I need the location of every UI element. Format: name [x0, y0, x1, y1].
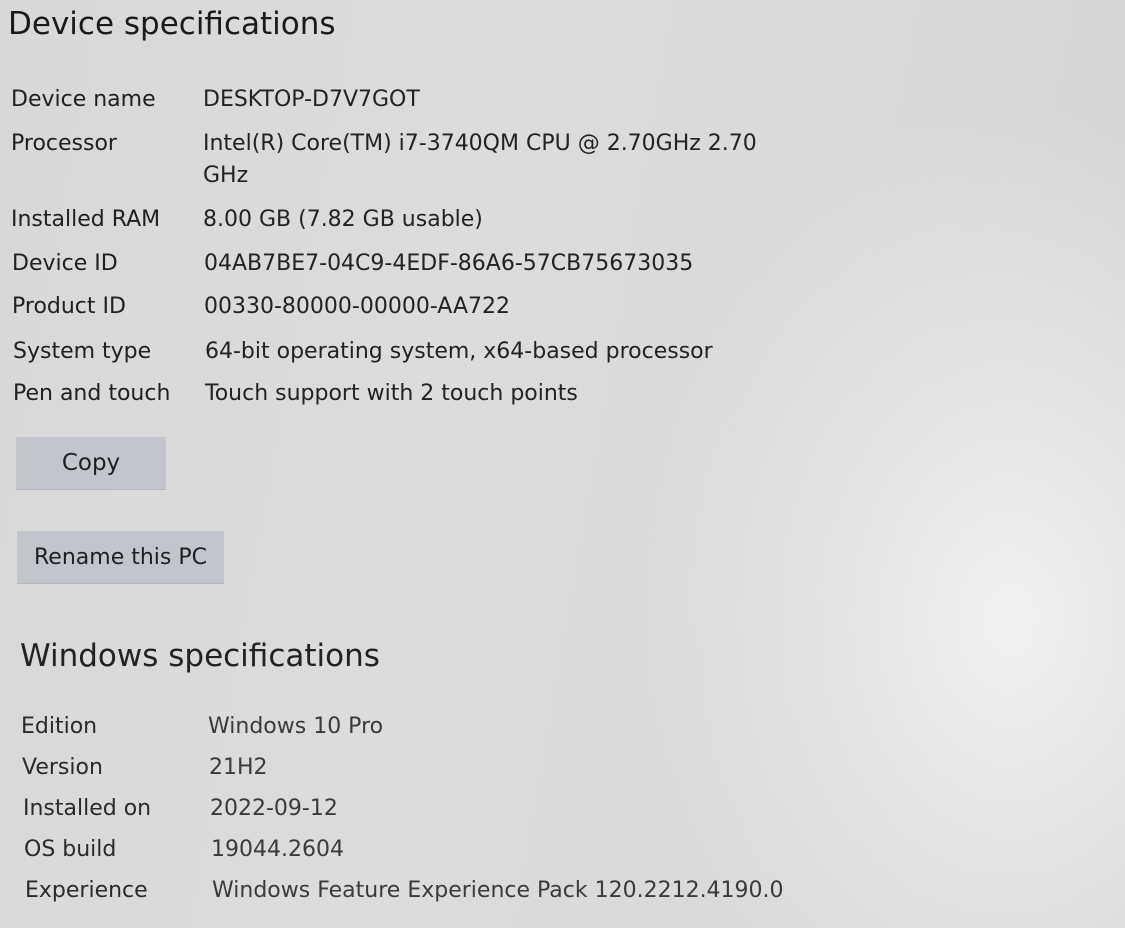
spec-label: Installed RAM	[11, 207, 161, 232]
spec-label: Edition	[21, 714, 98, 739]
spec-value[interactable]: Intel(R) Core(TM) i7-3740QM CPU @ 2.70GH…	[203, 128, 763, 192]
spec-label: Product ID	[12, 294, 126, 319]
spec-value[interactable]: 00330-80000-00000-AA722	[204, 291, 510, 323]
spec-value[interactable]: 21H2	[209, 752, 268, 784]
copy-button[interactable]: Copy	[16, 437, 166, 489]
spec-label: Version	[22, 755, 103, 780]
spec-value[interactable]: 8.00 GB (7.82 GB usable)	[203, 204, 483, 236]
spec-label: Device name	[11, 87, 156, 112]
spec-value[interactable]: 04AB7BE7-04C9-4EDF-86A6-57CB75673035	[204, 248, 693, 280]
device-specifications-heading: Device specifications	[8, 6, 336, 42]
spec-value[interactable]: Windows Feature Experience Pack 120.2212…	[212, 875, 784, 907]
spec-label: Pen and touch	[13, 381, 171, 406]
spec-label: OS build	[24, 837, 117, 862]
windows-specifications-heading: Windows specifications	[20, 638, 380, 674]
spec-label: Experience	[25, 878, 148, 903]
rename-pc-button[interactable]: Rename this PC	[17, 531, 224, 583]
spec-value[interactable]: 64-bit operating system, x64-based proce…	[205, 336, 713, 368]
spec-value[interactable]: DESKTOP-D7V7GOT	[203, 84, 420, 116]
spec-label: Installed on	[23, 796, 152, 821]
spec-label: Processor	[11, 131, 117, 156]
spec-value[interactable]: 2022-09-12	[210, 793, 338, 825]
spec-label: System type	[13, 339, 152, 364]
spec-value[interactable]: 19044.2604	[211, 834, 344, 866]
spec-value[interactable]: Touch support with 2 touch points	[205, 378, 578, 410]
spec-label: Device ID	[12, 251, 118, 276]
spec-value[interactable]: Windows 10 Pro	[208, 711, 383, 743]
